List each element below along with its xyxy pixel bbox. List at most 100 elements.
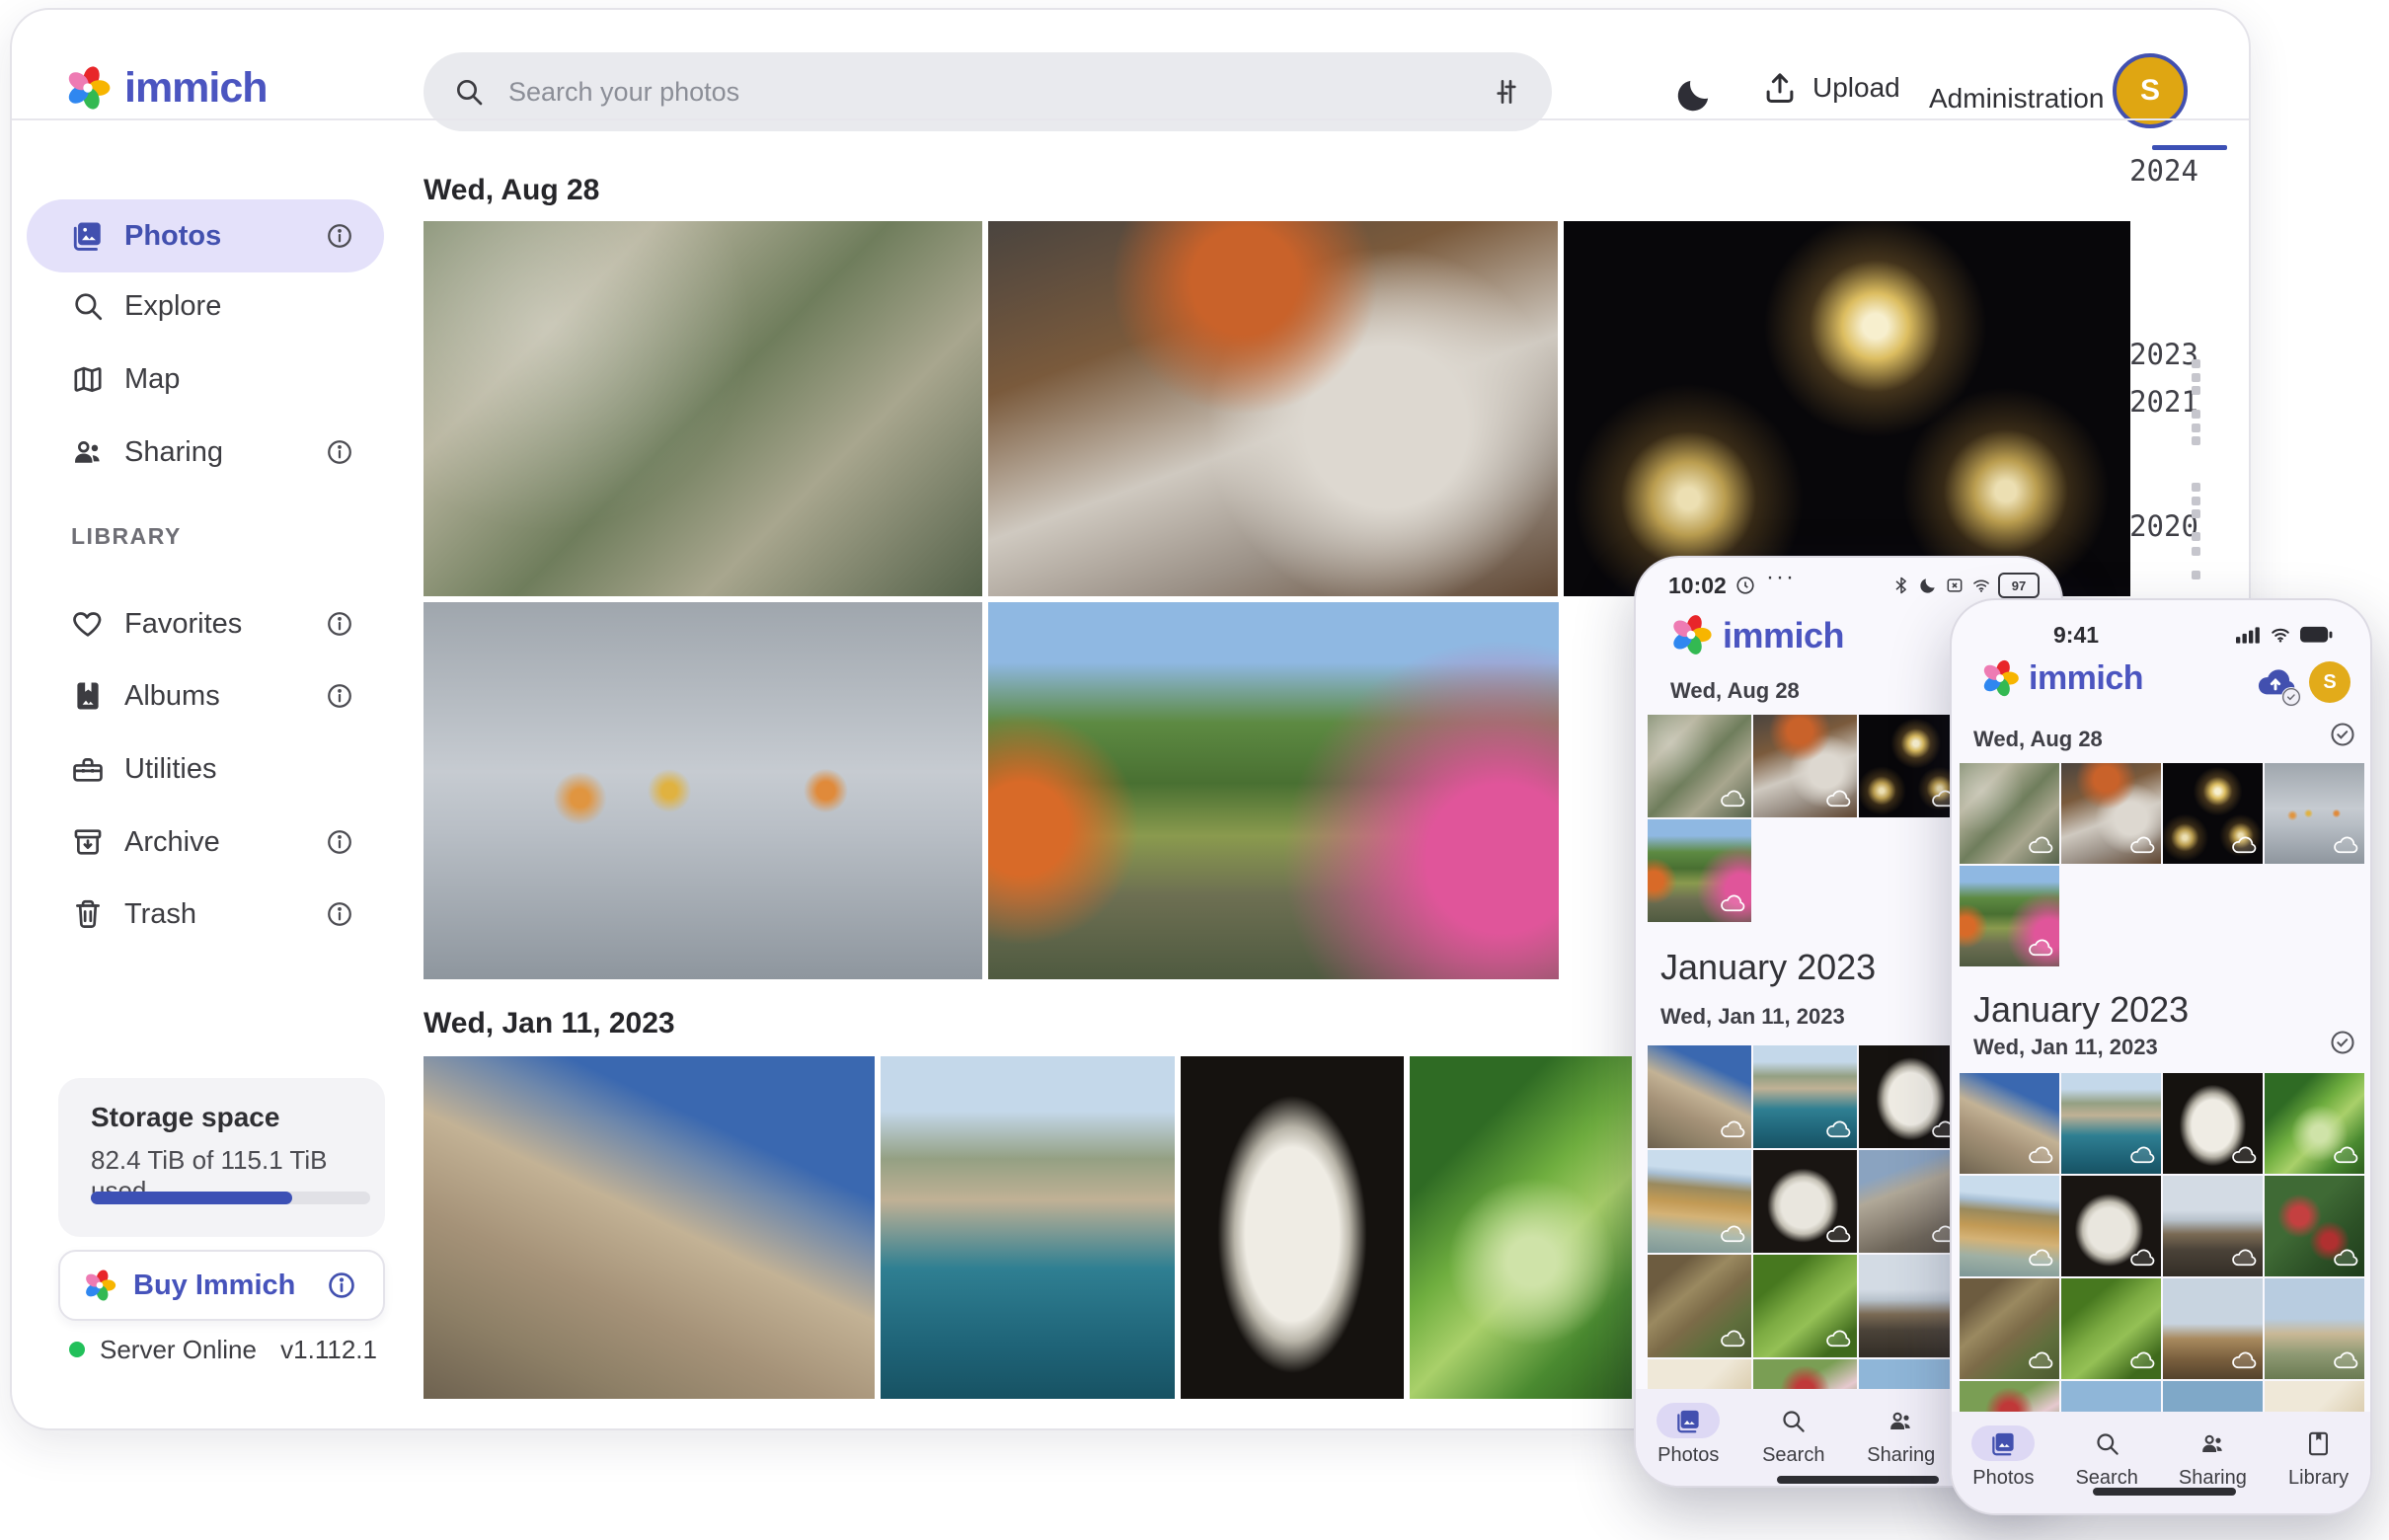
photo-coastal-harbor[interactable] [881, 1056, 1175, 1399]
photo-holding-hands[interactable] [2265, 763, 2364, 864]
sidebar-item-archive[interactable]: Archive [27, 808, 384, 877]
sidebar-item-photos[interactable]: Photos [27, 199, 384, 272]
nav-label: Sharing [2179, 1467, 2247, 1490]
photo-garden-path[interactable] [988, 602, 1559, 979]
photo-stone-sculpture[interactable] [2061, 1176, 2161, 1276]
timeline-year-2024[interactable]: 2024 [2124, 154, 2203, 188]
nav-item-search[interactable]: Search [2075, 1425, 2138, 1490]
nav-item-photos[interactable]: Photos [1657, 1403, 1720, 1467]
sidebar-item-label: Trash [124, 898, 196, 931]
nav-item-library[interactable]: Library [2287, 1425, 2350, 1490]
cloud-backup-icon [2027, 1348, 2053, 1374]
sidebar-item-sharing[interactable]: Sharing [27, 418, 384, 487]
photo-fireworks[interactable] [2163, 763, 2263, 864]
photo-stone-sculpture[interactable] [1753, 1150, 1857, 1253]
info-icon[interactable] [325, 827, 354, 857]
cloud-backup-icon [2027, 935, 2053, 962]
info-icon[interactable] [325, 681, 354, 711]
dark-mode-moon-icon[interactable] [1674, 75, 1714, 115]
sidebar-item-trash[interactable]: Trash [27, 880, 384, 949]
photo-green-hops[interactable] [2265, 1073, 2364, 1174]
photo-fortress-walls[interactable] [1648, 1045, 1751, 1148]
home-indicator[interactable] [2093, 1488, 2236, 1496]
nav-item-search[interactable]: Search [1762, 1403, 1825, 1467]
nav-item-sharing[interactable]: Sharing [2179, 1425, 2247, 1490]
sidebar-item-albums[interactable]: Albums [27, 661, 384, 731]
select-all-check-icon[interactable] [2329, 721, 2356, 748]
photo-beach-cliff[interactable] [1648, 1150, 1751, 1253]
info-icon[interactable] [325, 437, 354, 467]
month-header: January 2023 [1660, 947, 1876, 988]
search-icon [453, 76, 485, 108]
photo-ruined-wall[interactable] [1859, 1150, 1963, 1253]
photo-marble-bust[interactable] [2163, 1073, 2263, 1174]
nav-item-photos[interactable]: Photos [1971, 1425, 2035, 1490]
info-icon[interactable] [326, 1270, 357, 1301]
photo-lizard-rocks[interactable] [1960, 1278, 2059, 1379]
photo-fortress-walls[interactable] [424, 1056, 875, 1399]
photo-holding-hands[interactable] [424, 602, 982, 979]
search-icon [71, 289, 105, 323]
photo-lizard-moss[interactable] [1753, 1255, 1857, 1357]
cloud-backup-icon [1824, 1221, 1851, 1248]
info-icon[interactable] [325, 221, 354, 251]
photo-marble-bust[interactable] [1181, 1056, 1404, 1399]
timeline-current-bar[interactable] [2152, 145, 2227, 150]
sidebar-item-utilities[interactable]: Utilities [27, 734, 384, 804]
nav-label: Sharing [1867, 1444, 1935, 1467]
avatar-initial: S [2323, 671, 2336, 694]
photo-winter-village[interactable] [2163, 1278, 2263, 1379]
upload-button[interactable]: Upload [1761, 69, 1900, 107]
sidebar-item-label: Favorites [124, 608, 242, 641]
photo-autumn-dinner-table[interactable] [2061, 763, 2161, 864]
nav-item-sharing[interactable]: Sharing [1867, 1403, 1935, 1467]
photo-lizard-rocks[interactable] [1648, 1255, 1751, 1357]
battery-icon: 97 [1998, 573, 2040, 598]
timeline-dot [2192, 359, 2200, 368]
photo-zoo-monkeys[interactable] [1648, 715, 1751, 817]
buy-immich-button[interactable]: Buy Immich [58, 1250, 385, 1321]
administration-link[interactable]: Administration [1929, 83, 2104, 115]
filter-sliders-icon[interactable] [1491, 76, 1522, 108]
cloud-backup-icon [1719, 890, 1745, 917]
home-indicator[interactable] [1777, 1476, 1939, 1484]
select-all-check-icon[interactable] [2329, 1029, 2356, 1056]
sidebar-item-label: Archive [124, 826, 220, 859]
photo-christmas-tree[interactable] [2265, 1176, 2364, 1276]
sidebar-item-map[interactable]: Map [27, 345, 384, 414]
immich-logo-icon [1668, 612, 1714, 657]
info-icon[interactable] [325, 609, 354, 639]
photo-fortress-walls[interactable] [1960, 1073, 2059, 1174]
cloud-backup-icon [1824, 1326, 1851, 1352]
sidebar-item-explore[interactable]: Explore [27, 271, 384, 341]
photo-zoo-monkeys[interactable] [424, 221, 982, 596]
photo-fireworks[interactable] [1564, 221, 2130, 596]
user-avatar[interactable]: S [2113, 53, 2188, 128]
date-group-header: Wed, Jan 11, 2023 [1660, 1004, 1845, 1030]
photo-hillside-houses[interactable] [2265, 1278, 2364, 1379]
timeline-dot [2192, 436, 2200, 445]
photo-autumn-dinner-table[interactable] [988, 221, 1558, 596]
photo-green-hops[interactable] [1410, 1056, 1632, 1399]
photo-zoo-monkeys[interactable] [1960, 763, 2059, 864]
photo-winter-tower[interactable] [2163, 1176, 2263, 1276]
photo-marble-bust[interactable] [1859, 1045, 1963, 1148]
sidebar-item-favorites[interactable]: Favorites [27, 589, 384, 658]
cloud-backup-upload-icon[interactable] [2254, 661, 2297, 705]
sharing-people-icon [1870, 1403, 1933, 1438]
photo-garden-path[interactable] [1648, 819, 1751, 922]
status-time: 10:02 [1668, 573, 1727, 599]
photo-coastal-harbor[interactable] [2061, 1073, 2161, 1174]
date-group-header: Wed, Jan 11, 2023 [1973, 1035, 2158, 1060]
info-icon[interactable] [325, 899, 354, 929]
photo-autumn-dinner-table[interactable] [1753, 715, 1857, 817]
photo-winter-tower[interactable] [1859, 1255, 1963, 1357]
photo-beach-cliff[interactable] [1960, 1176, 2059, 1276]
photo-lizard-moss[interactable] [2061, 1278, 2161, 1379]
photo-fireworks[interactable] [1859, 715, 1963, 817]
storage-space-card: Storage space 82.4 TiB of 115.1 TiB used [58, 1078, 385, 1237]
search-input[interactable] [506, 76, 1491, 109]
user-avatar[interactable]: S [2309, 661, 2350, 703]
photo-garden-path[interactable] [1960, 866, 2059, 966]
photo-coastal-harbor[interactable] [1753, 1045, 1857, 1148]
